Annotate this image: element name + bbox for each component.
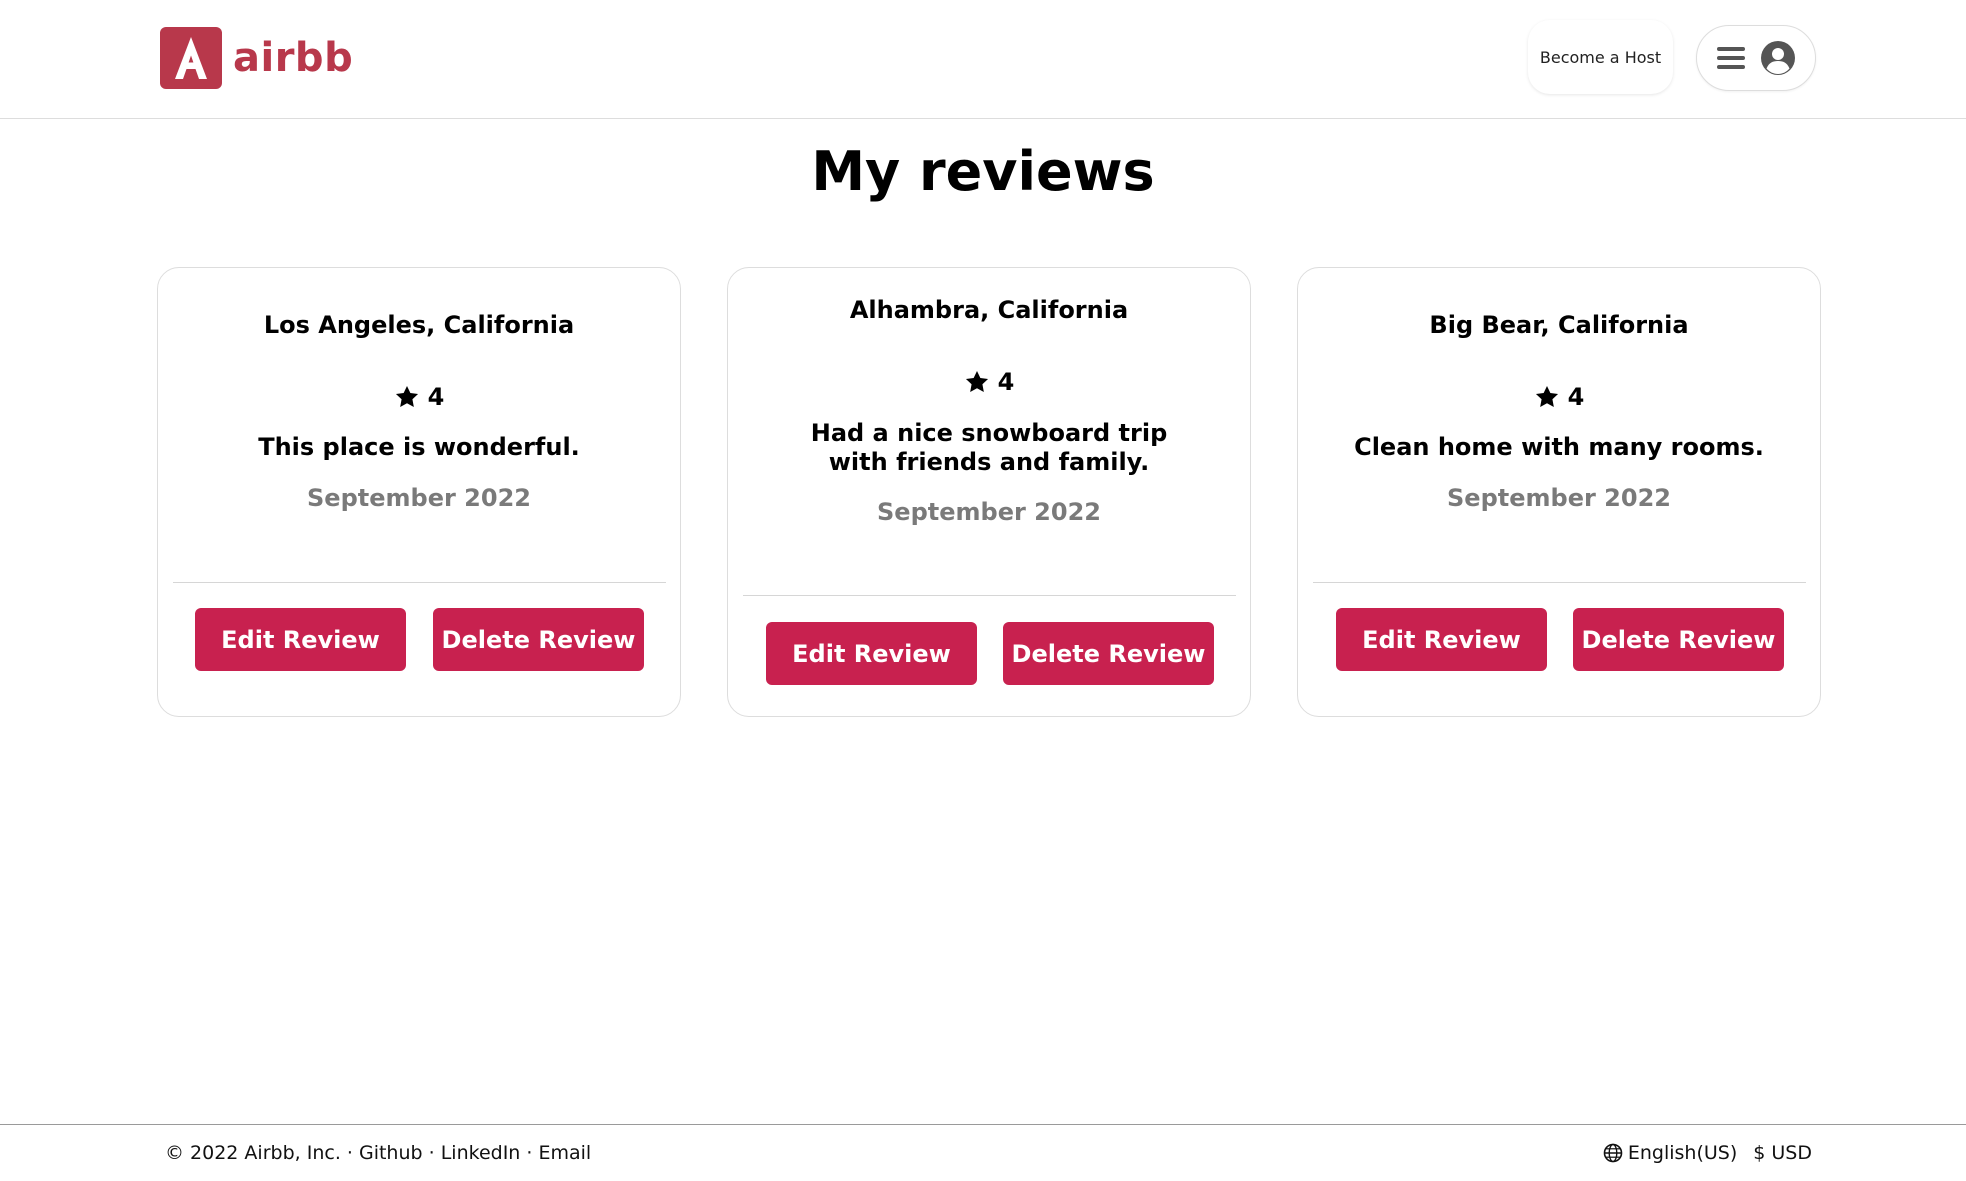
delete-review-button[interactable]: Delete Review — [433, 608, 644, 671]
review-rating: 4 — [728, 368, 1250, 396]
user-avatar-icon — [1761, 41, 1795, 75]
language-selector[interactable]: English(US) — [1603, 1142, 1737, 1164]
card-divider — [743, 595, 1236, 596]
footer-separator: · — [340, 1142, 359, 1164]
hamburger-menu-icon — [1717, 47, 1745, 69]
site-header: airbb Become a Host — [0, 0, 1966, 119]
review-text: Clean home with many rooms. — [1354, 433, 1764, 461]
globe-icon — [1603, 1143, 1623, 1163]
review-date: September 2022 — [307, 484, 531, 512]
review-location: Los Angeles, California — [263, 311, 575, 339]
currency-selector[interactable]: $ USD — [1753, 1142, 1812, 1164]
email-link[interactable]: Email — [538, 1142, 591, 1164]
star-icon — [965, 370, 988, 392]
rating-value: 4 — [1567, 383, 1585, 411]
review-rating: 4 — [1298, 383, 1820, 411]
airbb-logo-icon — [160, 27, 222, 89]
rating-value: 4 — [997, 368, 1015, 396]
review-location: Alhambra, California — [849, 296, 1129, 324]
logo-letter-glyph — [175, 37, 207, 79]
edit-review-button[interactable]: Edit Review — [766, 622, 977, 685]
logo-link[interactable]: airbb — [160, 27, 353, 89]
delete-review-button[interactable]: Delete Review — [1573, 608, 1784, 671]
review-card: Los Angeles, California 4 This place is … — [157, 267, 681, 717]
site-footer: © 2022 Airbb, Inc. · Github · LinkedIn ·… — [0, 1124, 1966, 1181]
review-date: September 2022 — [1447, 484, 1671, 512]
footer-settings: English(US) $ USD — [1603, 1142, 1812, 1164]
review-text: This place is wonderful. — [258, 433, 580, 461]
copyright-text: © 2022 Airbb, Inc. — [165, 1142, 341, 1164]
footer-links: © 2022 Airbb, Inc. · Github · LinkedIn ·… — [165, 1142, 591, 1164]
review-card: Big Bear, California 4 Clean home with m… — [1297, 267, 1821, 717]
card-divider — [173, 582, 666, 583]
review-location: Big Bear, California — [1429, 311, 1689, 339]
language-label: English(US) — [1627, 1142, 1738, 1164]
logo-text: airbb — [233, 35, 354, 81]
github-link[interactable]: Github — [359, 1142, 423, 1164]
delete-review-button[interactable]: Delete Review — [1003, 622, 1214, 685]
footer-separator: · — [520, 1142, 539, 1164]
star-icon — [1535, 385, 1558, 407]
footer-separator: · — [422, 1142, 441, 1164]
become-host-label: Become a Host — [1539, 47, 1662, 67]
page-title: My reviews — [811, 140, 1155, 203]
edit-review-button[interactable]: Edit Review — [195, 608, 406, 671]
become-host-button[interactable]: Become a Host — [1528, 20, 1673, 94]
review-text: Had a nice snowboard trip with friends a… — [810, 419, 1168, 476]
linkedin-link[interactable]: LinkedIn — [441, 1142, 521, 1164]
edit-review-button[interactable]: Edit Review — [1336, 608, 1547, 671]
review-card: Alhambra, California 4 Had a nice snowbo… — [727, 267, 1251, 717]
rating-value: 4 — [427, 383, 445, 411]
card-divider — [1313, 582, 1806, 583]
user-menu-button[interactable] — [1696, 25, 1816, 91]
star-icon — [395, 385, 418, 407]
review-rating: 4 — [158, 383, 680, 411]
review-date: September 2022 — [877, 498, 1101, 526]
